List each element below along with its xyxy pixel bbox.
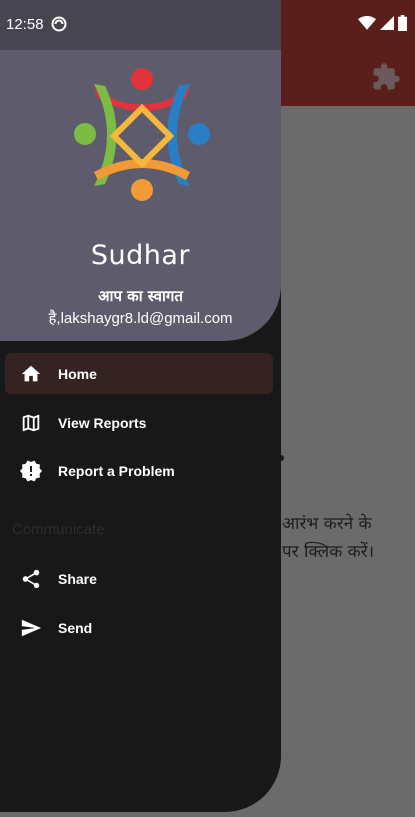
nav-item-label: Share (58, 570, 97, 587)
nav-item-label: View Reports (58, 414, 147, 431)
battery-icon (398, 15, 407, 31)
instruction-text: आरंभ करने के पर क्लिक करें। (282, 510, 412, 566)
do-not-disturb-icon (51, 16, 67, 32)
nav-item-label: Send (58, 619, 93, 636)
nav-item-home[interactable]: Home (5, 353, 273, 394)
nav-item-send[interactable]: Send (5, 607, 273, 648)
nav-item-view-reports[interactable]: View Reports (5, 402, 273, 443)
app-name: Sudhar (90, 240, 191, 271)
send-icon (19, 616, 43, 640)
nav-item-label: Report a Problem (58, 462, 175, 479)
nav-item-share[interactable]: Share (5, 558, 273, 599)
nav-item-report-problem[interactable]: Report a Problem (5, 450, 273, 491)
status-time: 12:58 (6, 16, 44, 33)
cellular-icon (380, 16, 394, 30)
instruction-line-2: पर क्लिक करें। (282, 542, 375, 562)
navigation-drawer: Sudhar आप का स्वागत है,lakshaygr8.ld@gma… (0, 0, 281, 812)
section-title-communicate: Communicate (12, 521, 105, 538)
puzzle-icon[interactable] (371, 62, 401, 92)
map-icon (19, 411, 43, 435)
wifi-icon (358, 16, 376, 30)
home-icon (19, 362, 43, 386)
drawer-header: Sudhar आप का स्वागत है,lakshaygr8.ld@gma… (0, 0, 281, 341)
sudhar-logo (74, 68, 210, 201)
report-icon (19, 459, 43, 483)
instruction-line-1: आरंभ करने के (282, 514, 372, 534)
share-icon (19, 567, 43, 591)
status-bar: 12:58 (0, 0, 415, 50)
nav-item-label: Home (58, 365, 97, 382)
user-email: है,lakshaygr8.ld@gmail.com (48, 310, 233, 327)
status-icons (358, 15, 407, 31)
welcome-text: आप का स्वागत (98, 287, 183, 305)
